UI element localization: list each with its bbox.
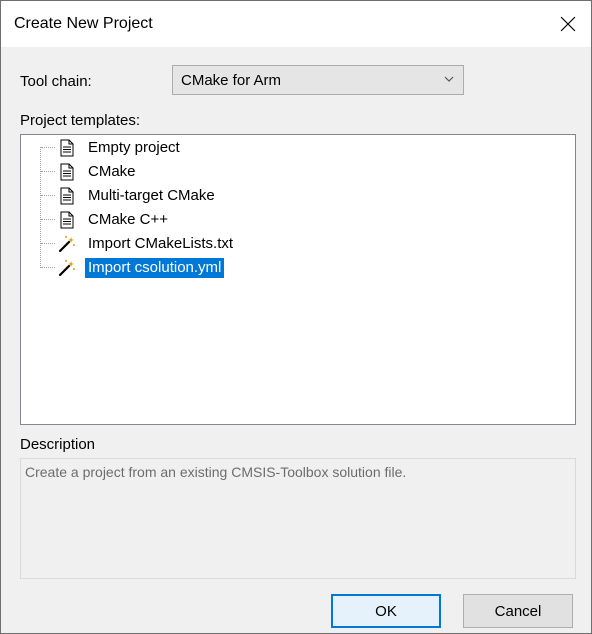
template-item-label: CMake C++ bbox=[88, 211, 169, 228]
toolchain-dropdown[interactable]: CMake for Arm bbox=[172, 65, 464, 95]
template-item-cmake[interactable]: CMake bbox=[21, 161, 421, 183]
template-item-empty-project[interactable]: Empty project bbox=[21, 137, 421, 159]
template-item-label: Empty project bbox=[88, 139, 180, 156]
tree-connector bbox=[41, 147, 55, 148]
project-templates-label: Project templates: bbox=[20, 112, 141, 129]
close-button[interactable] bbox=[545, 1, 591, 47]
title-bar: Create New Project bbox=[1, 1, 591, 47]
document-icon bbox=[60, 187, 74, 205]
template-item-import-cmakelists[interactable]: Import CMakeLists.txt bbox=[21, 233, 421, 255]
tree-connector bbox=[41, 219, 55, 220]
toolchain-value: CMake for Arm bbox=[181, 72, 282, 89]
description-label: Description bbox=[20, 436, 96, 453]
tree-connector bbox=[41, 243, 55, 244]
magic-wand-icon bbox=[58, 236, 75, 253]
dialog-title: Create New Project bbox=[14, 15, 153, 32]
create-new-project-dialog: Create New Project Tool chain: CMake for… bbox=[0, 0, 592, 634]
template-item-multi-target-cmake[interactable]: Multi-target CMake bbox=[21, 185, 421, 207]
document-icon bbox=[60, 211, 74, 229]
template-item-label: Import CMakeLists.txt bbox=[88, 235, 234, 252]
template-item-label: CMake bbox=[88, 163, 136, 180]
document-icon bbox=[60, 139, 74, 157]
description-text: Create a project from an existing CMSIS-… bbox=[25, 464, 407, 480]
project-templates-tree[interactable]: Empty project CMake Multi-target CMake C… bbox=[20, 134, 576, 425]
description-box: Create a project from an existing CMSIS-… bbox=[20, 458, 576, 579]
document-icon bbox=[60, 163, 74, 181]
chevron-down-icon bbox=[444, 76, 454, 82]
tree-connector bbox=[41, 195, 55, 196]
cancel-button[interactable]: Cancel bbox=[463, 594, 573, 628]
magic-wand-icon bbox=[58, 260, 75, 277]
toolchain-label: Tool chain: bbox=[20, 73, 92, 90]
template-item-label: Multi-target CMake bbox=[88, 187, 215, 204]
close-icon bbox=[560, 16, 576, 32]
template-item-label-selected: Import csolution.yml bbox=[85, 258, 225, 278]
template-item-import-csolution[interactable]: Import csolution.yml bbox=[21, 257, 421, 279]
template-item-cmake-cpp[interactable]: CMake C++ bbox=[21, 209, 421, 231]
ok-button[interactable]: OK bbox=[331, 594, 441, 628]
tree-connector bbox=[41, 171, 55, 172]
tree-connector bbox=[41, 267, 55, 268]
